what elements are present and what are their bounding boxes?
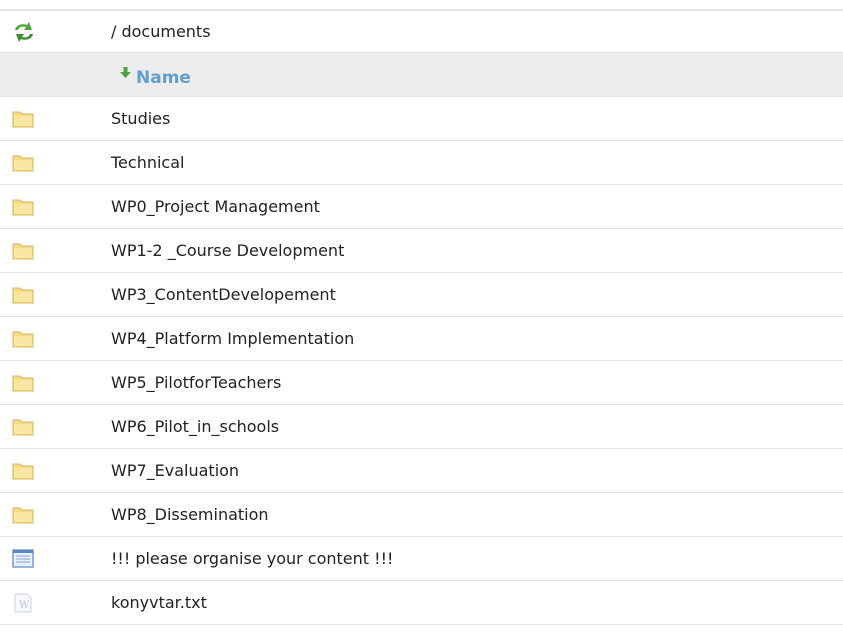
list-item-label: WP4_Platform Implementation (111, 329, 355, 348)
list-item[interactable]: WP1-2 _Course Development (0, 229, 843, 273)
path-bar: / documents (0, 11, 843, 53)
folder-icon (12, 461, 34, 481)
list-item[interactable]: !!! please organise your content !!! (0, 537, 843, 581)
column-header-row: Name (0, 53, 843, 97)
folder-icon (12, 417, 34, 437)
list-item-label: Studies (111, 109, 171, 128)
page-icon (12, 549, 34, 569)
list-item[interactable]: WP8_Dissemination (0, 493, 843, 537)
list-item[interactable]: WP7_Evaluation (0, 449, 843, 493)
folder-icon (12, 505, 34, 525)
folder-icon (12, 373, 34, 393)
svg-text:W: W (19, 600, 30, 611)
folder-icon (12, 153, 34, 173)
list-item-label: WP1-2 _Course Development (111, 241, 345, 260)
list-item[interactable]: WP5_PilotforTeachers (0, 361, 843, 405)
list-item-label: WP3_ContentDevelopement (111, 285, 336, 304)
folder-icon (12, 241, 34, 261)
list-item-label: WP6_Pilot_in_schools (111, 417, 280, 436)
list-item-label: WP7_Evaluation (111, 461, 240, 480)
list-item-label: WP5_PilotforTeachers (111, 373, 282, 392)
refresh-icon[interactable] (12, 21, 36, 43)
list-item-label: WP8_Dissemination (111, 505, 269, 524)
folder-icon (12, 329, 34, 349)
folder-icon (12, 197, 34, 217)
list-item[interactable]: Studies (0, 97, 843, 141)
sort-arrow-icon[interactable] (120, 64, 131, 78)
name-column-header[interactable]: Name (136, 68, 191, 88)
list-item-label: Technical (111, 153, 185, 172)
folder-icon (12, 285, 34, 305)
list-item-label: !!! please organise your content !!! (111, 549, 394, 568)
list-item[interactable]: WP3_ContentDevelopement (0, 273, 843, 317)
list-item-label: WP0_Project Management (111, 197, 320, 216)
list-item-label: konyvtar.txt (111, 593, 207, 612)
list-item[interactable]: WP0_Project Management (0, 185, 843, 229)
list-item[interactable]: Technical (0, 141, 843, 185)
list-item[interactable]: Wkonyvtar.txt (0, 581, 843, 625)
current-path: / documents (111, 22, 211, 41)
file-list: Studies Technical WP0_Project Management WP… (0, 97, 843, 625)
list-item[interactable]: WP4_Platform Implementation (0, 317, 843, 361)
folder-icon (12, 109, 34, 129)
list-item[interactable]: WP6_Pilot_in_schools (0, 405, 843, 449)
text-file-icon: W (12, 593, 34, 613)
